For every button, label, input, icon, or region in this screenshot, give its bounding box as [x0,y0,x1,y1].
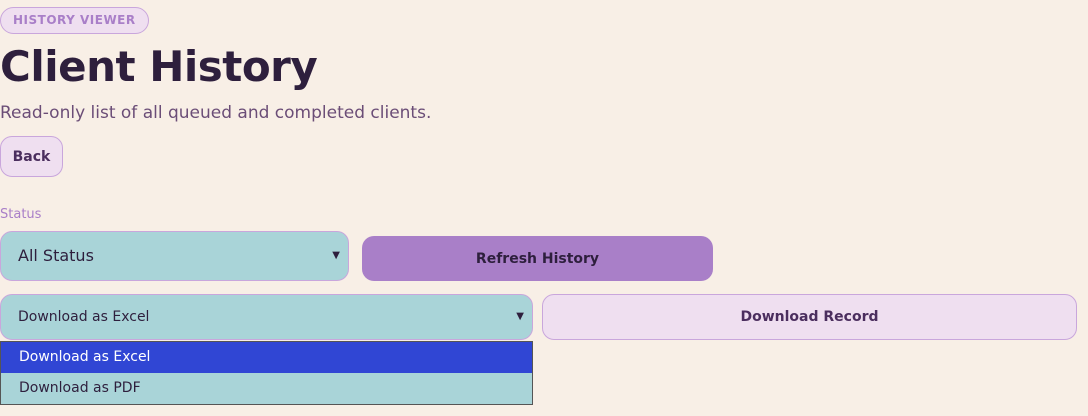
download-format-value: Download as Excel [18,309,150,325]
section-badge: HISTORY VIEWER [0,7,149,34]
back-button[interactable]: Back [0,136,63,177]
page-title: Client History [0,42,318,91]
dropdown-option-pdf[interactable]: Download as PDF [1,373,532,404]
chevron-down-icon: ▼ [332,250,340,261]
status-select-value: All Status [18,246,94,265]
status-select[interactable]: All Status ▼ [0,231,349,281]
refresh-history-button[interactable]: Refresh History [362,236,713,281]
chevron-down-icon: ▼ [516,311,524,322]
history-page: HISTORY VIEWER Client History Read-only … [0,0,1088,416]
download-format-select[interactable]: Download as Excel ▼ [0,294,533,340]
dropdown-option-excel[interactable]: Download as Excel [1,342,532,373]
status-filter-label: Status [0,207,42,222]
download-record-button[interactable]: Download Record [542,294,1077,340]
page-subtitle: Read-only list of all queued and complet… [0,103,432,123]
download-format-dropdown: Download as Excel Download as PDF [0,341,533,405]
